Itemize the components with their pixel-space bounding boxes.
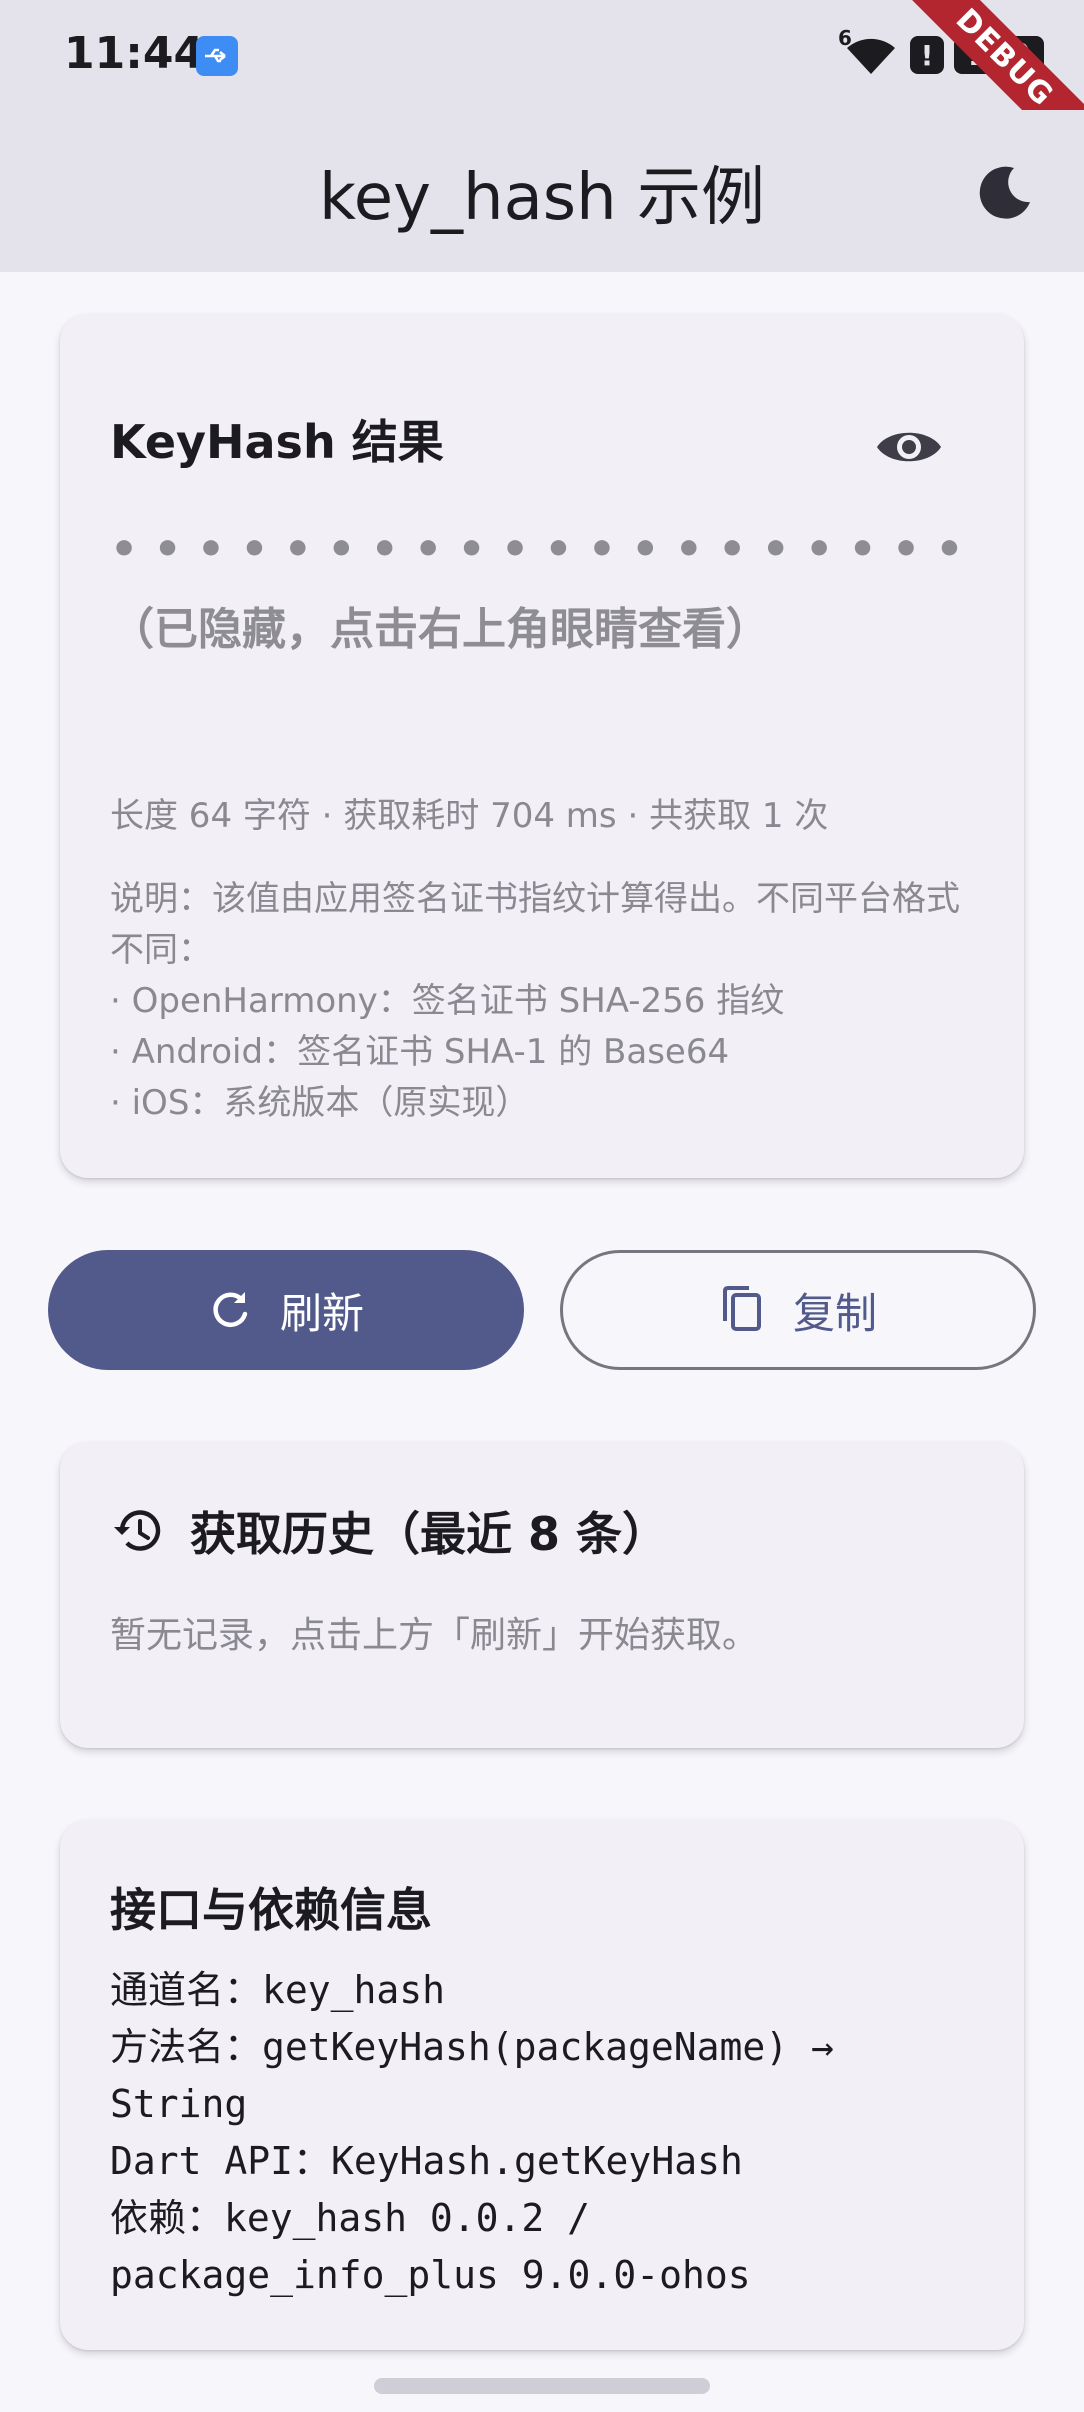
alert-icon: ! [910, 36, 944, 74]
history-icon [114, 1510, 161, 1551]
note-intro: 说明：该值由应用签名证书指纹计算得出。不同平台格式不同： [110, 879, 960, 970]
wifi-icon: 6 [838, 26, 900, 78]
info-title: 接口与依赖信息 [110, 1883, 432, 1937]
result-card: KeyHash 结果 • • • • • • • • • • • • • • •… [60, 314, 1024, 1178]
masked-keyhash: • • • • • • • • • • • • • • • • • • • • … [110, 524, 964, 655]
note-ios: · iOS：系统版本（原实现） [110, 1083, 530, 1123]
info-dart-api: Dart API：KeyHash.getKeyHash [110, 2139, 743, 2183]
history-empty-text: 暂无记录，点击上方「刷新」开始获取。 [110, 1615, 759, 1656]
history-card: 获取历史（最近 8 条） 暂无记录，点击上方「刷新」开始获取。 [60, 1442, 1024, 1748]
note-android: · Android：签名证书 SHA-1 的 Base64 [110, 1032, 730, 1072]
copy-icon [722, 1286, 761, 1331]
result-title: KeyHash 结果 [110, 415, 444, 469]
page-title: key_hash 示例 [318, 161, 766, 235]
info-channel: 通道名：key_hash [110, 1968, 446, 2012]
status-bar: 11:44 6 ! 100 DEBUG [0, 0, 1084, 182]
copy-label: 复制 [792, 1288, 877, 1338]
eye-icon [877, 432, 941, 462]
theme-toggle-button[interactable] [968, 154, 1044, 230]
history-title: 获取历史（最近 8 条） [190, 1507, 669, 1561]
status-time: 11:44 [64, 28, 205, 79]
copy-button[interactable]: 复制 [560, 1250, 1036, 1370]
info-card: 接口与依赖信息 通道名：key_hash 方法名：getKeyHash(pack… [60, 1820, 1024, 2350]
result-meta: 长度 64 字符 · 获取耗时 704 ms · 共获取 1 次 [110, 796, 829, 836]
usb-icon [196, 36, 238, 76]
visibility-toggle-button[interactable] [864, 402, 954, 492]
app-bar: key_hash 示例 [0, 110, 1084, 272]
info-method: 方法名：getKeyHash(packageName) → String [110, 2025, 857, 2126]
moon-icon [979, 166, 1030, 219]
wifi-label: 6 [838, 26, 852, 50]
info-dependencies: 依赖：key_hash 0.0.2 / package_info_plus 9.… [110, 2196, 751, 2297]
home-indicator[interactable] [374, 2378, 710, 2394]
refresh-icon [213, 1292, 248, 1328]
refresh-button[interactable]: 刷新 [48, 1250, 524, 1370]
note-openharmony: · OpenHarmony：签名证书 SHA-256 指纹 [110, 981, 785, 1021]
refresh-label: 刷新 [279, 1288, 364, 1338]
